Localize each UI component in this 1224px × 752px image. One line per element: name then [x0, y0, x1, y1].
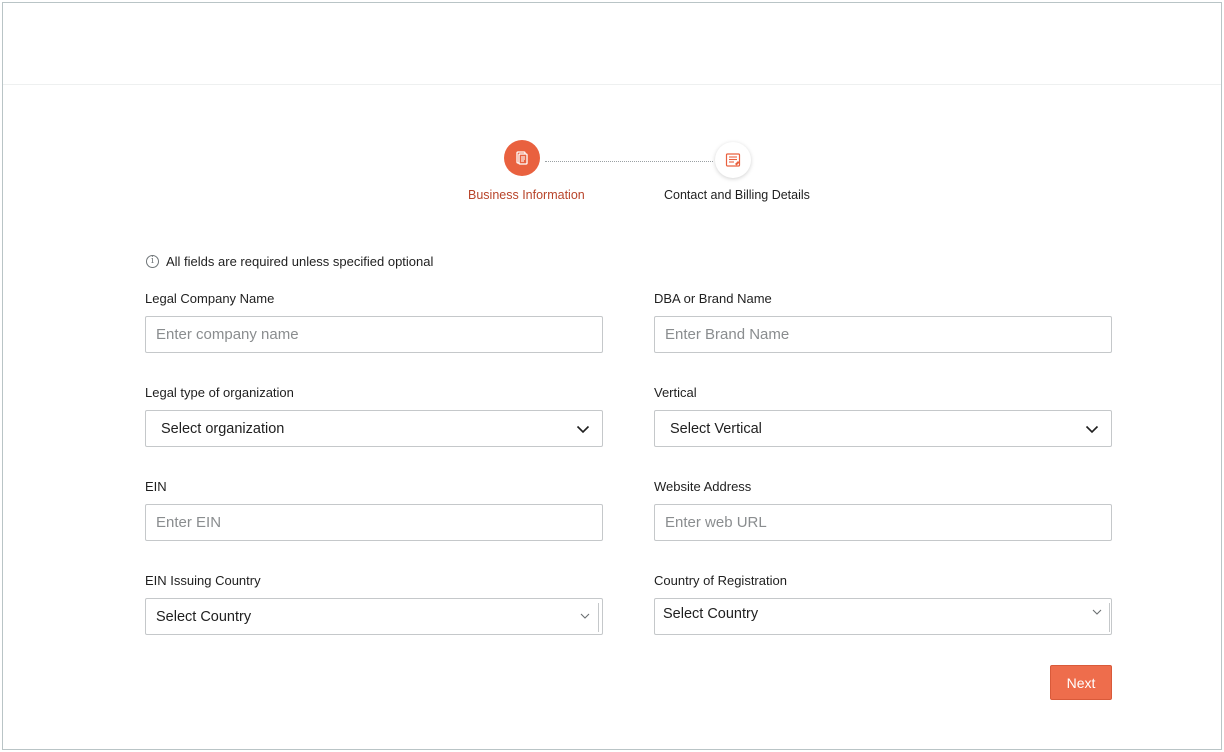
- ein-input[interactable]: [145, 504, 603, 541]
- legal-type-value: Select organization: [161, 420, 285, 437]
- legal-type-label: Legal type of organization: [145, 385, 294, 400]
- notice-text: All fields are required unless specified…: [166, 254, 434, 269]
- legal-type-select[interactable]: Select organization: [145, 410, 603, 447]
- legal-company-name-label: Legal Company Name: [145, 291, 275, 306]
- select-divider: [1109, 603, 1110, 632]
- website-label: Website Address: [654, 479, 752, 494]
- dba-brand-name-label: DBA or Brand Name: [654, 291, 772, 306]
- chevron-down-icon: [1085, 425, 1099, 434]
- step-label-business-information: Business Information: [468, 188, 585, 202]
- top-bar: [3, 3, 1221, 85]
- app-frame: [2, 2, 1222, 750]
- registration-country-label: Country of Registration: [654, 573, 787, 588]
- invoice-icon: [715, 142, 751, 178]
- dba-brand-name-input[interactable]: [654, 316, 1112, 353]
- stepper-connector: [545, 161, 713, 162]
- ein-country-label: EIN Issuing Country: [145, 573, 261, 588]
- required-fields-notice: i All fields are required unless specifi…: [146, 254, 433, 269]
- info-icon: i: [146, 255, 159, 268]
- chevron-down-icon: [580, 613, 590, 619]
- chevron-down-icon: [1092, 609, 1102, 615]
- step-label-contact-billing: Contact and Billing Details: [664, 188, 810, 202]
- registration-country-value: Select Country: [663, 606, 759, 622]
- ein-label: EIN: [145, 479, 167, 494]
- vertical-value: Select Vertical: [670, 420, 762, 437]
- ein-country-value: Select Country: [156, 608, 252, 625]
- select-divider: [598, 603, 599, 632]
- legal-company-name-input[interactable]: [145, 316, 603, 353]
- registration-country-select[interactable]: Select Country: [654, 598, 1112, 635]
- document-icon: [504, 140, 540, 176]
- next-button[interactable]: Next: [1050, 665, 1112, 700]
- website-input[interactable]: [654, 504, 1112, 541]
- vertical-select[interactable]: Select Vertical: [654, 410, 1112, 447]
- ein-country-select[interactable]: Select Country: [145, 598, 603, 635]
- vertical-label: Vertical: [654, 385, 697, 400]
- chevron-down-icon: [576, 425, 590, 434]
